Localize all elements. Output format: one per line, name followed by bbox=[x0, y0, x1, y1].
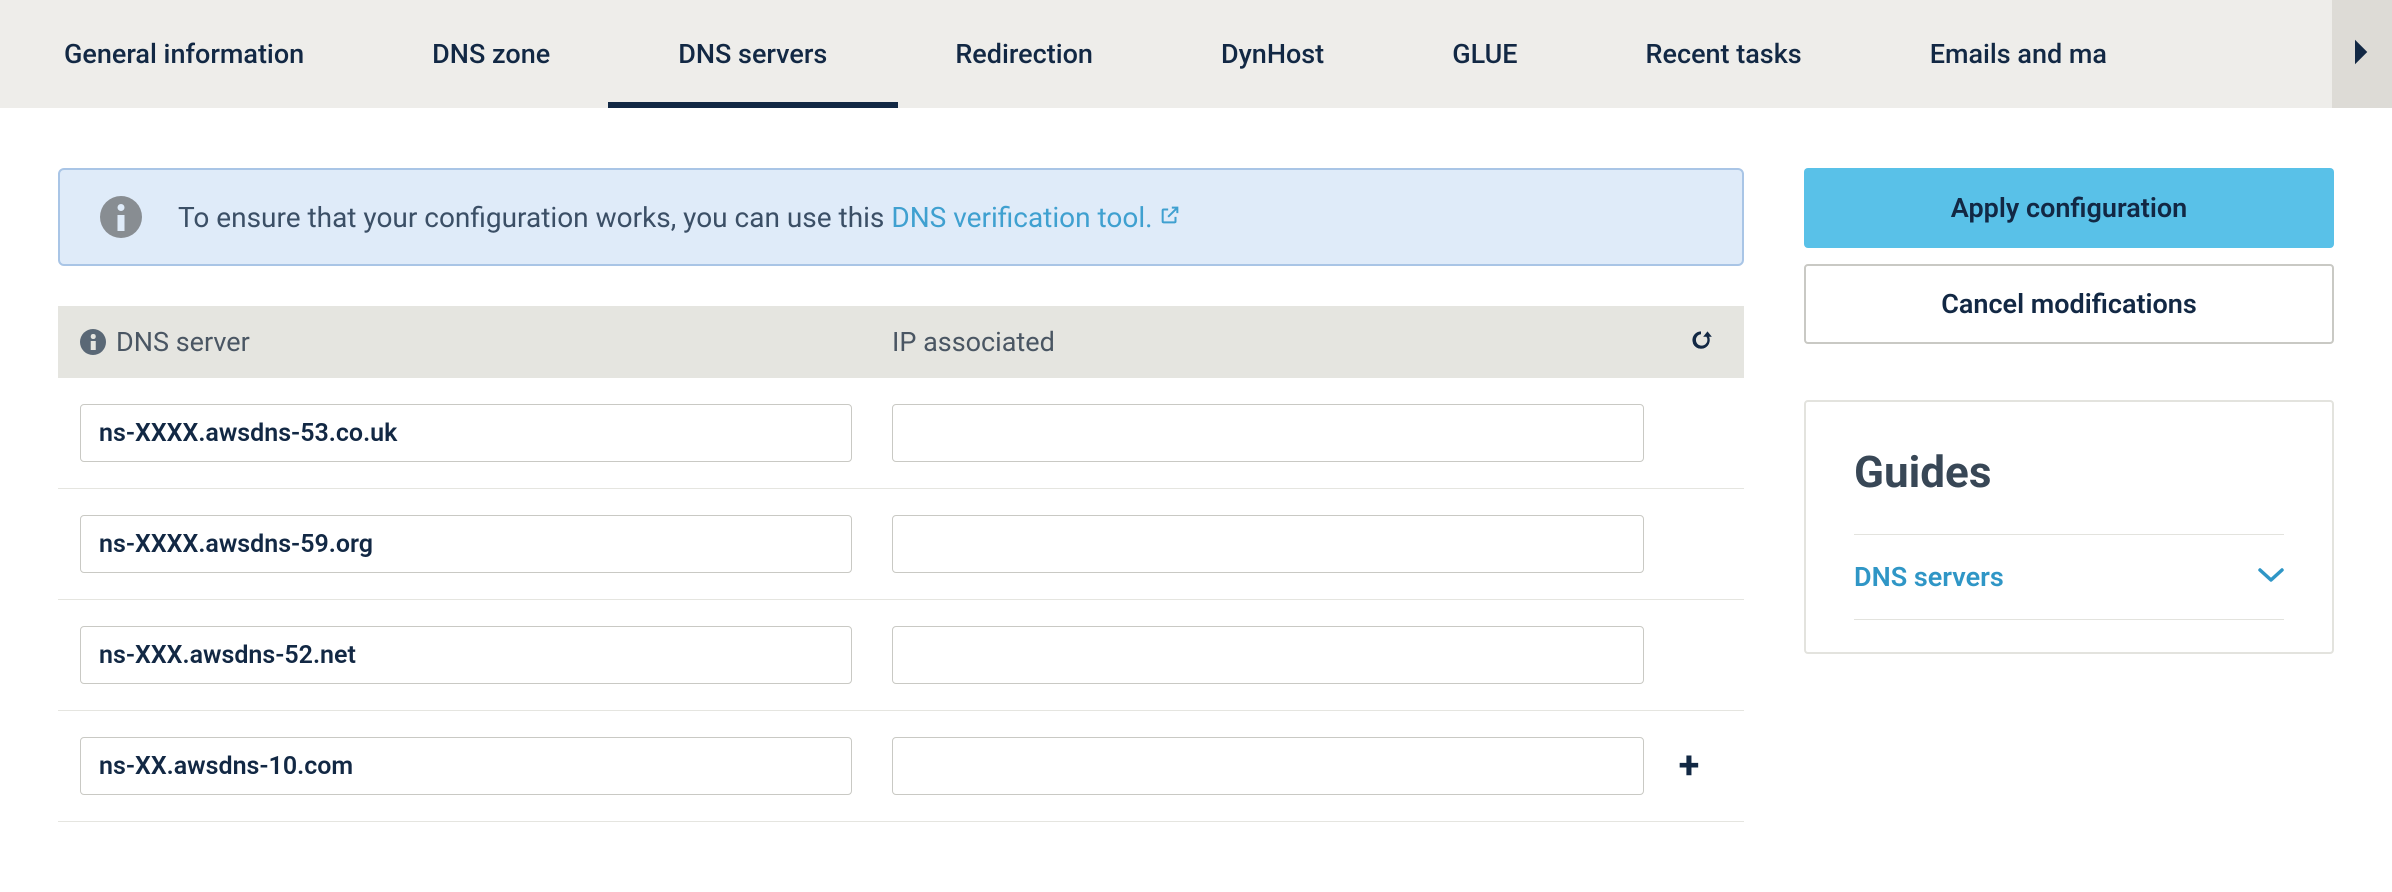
guides-dns-servers-toggle[interactable]: DNS servers bbox=[1854, 534, 2284, 620]
info-icon bbox=[80, 329, 106, 355]
tabs-inner: General information DNS zone DNS servers… bbox=[0, 0, 2332, 108]
tab-recent-tasks[interactable]: Recent tasks bbox=[1582, 0, 1866, 108]
dns-server-input[interactable] bbox=[80, 515, 852, 573]
external-link-icon bbox=[1159, 200, 1181, 233]
chevron-right-icon bbox=[2353, 38, 2371, 70]
tab-general-information[interactable]: General information bbox=[0, 0, 368, 108]
table-row bbox=[58, 600, 1744, 711]
chevron-down-icon bbox=[2258, 567, 2284, 587]
tab-redirection[interactable]: Redirection bbox=[891, 0, 1157, 108]
side-column: Apply configuration Cancel modifications… bbox=[1804, 168, 2334, 654]
dns-verification-link[interactable]: DNS verification tool. bbox=[891, 201, 1180, 234]
dns-server-input[interactable] bbox=[80, 737, 852, 795]
dns-servers-table: DNS server IP associated bbox=[58, 306, 1744, 822]
info-icon bbox=[100, 196, 142, 238]
dns-server-input[interactable] bbox=[80, 404, 852, 462]
table-header-server-label: DNS server bbox=[116, 326, 250, 358]
dns-server-input[interactable] bbox=[80, 626, 852, 684]
guides-item-label: DNS servers bbox=[1854, 561, 2004, 593]
ip-associated-input[interactable] bbox=[892, 737, 1644, 795]
table-header-ip-label: IP associated bbox=[892, 326, 1688, 358]
plus-icon: + bbox=[1679, 744, 1700, 788]
table-row bbox=[58, 489, 1744, 600]
tab-dns-zone[interactable]: DNS zone bbox=[368, 0, 614, 108]
info-banner-message: To ensure that your configuration works,… bbox=[178, 200, 1181, 234]
tab-emails-mailing[interactable]: Emails and ma bbox=[1866, 0, 2171, 108]
info-banner: To ensure that your configuration works,… bbox=[58, 168, 1744, 266]
apply-configuration-button[interactable]: Apply configuration bbox=[1804, 168, 2334, 248]
tabs-scroll-right-button[interactable] bbox=[2332, 0, 2392, 108]
refresh-button[interactable] bbox=[1688, 327, 1714, 357]
tab-dynhost[interactable]: DynHost bbox=[1157, 0, 1388, 108]
refresh-icon bbox=[1688, 338, 1714, 357]
tab-dns-servers[interactable]: DNS servers bbox=[614, 0, 891, 108]
info-banner-text: To ensure that your configuration works,… bbox=[178, 201, 891, 234]
table-row bbox=[58, 378, 1744, 489]
table-row: + bbox=[58, 711, 1744, 822]
table-header-col-server: DNS server bbox=[80, 326, 892, 358]
tab-glue[interactable]: GLUE bbox=[1388, 0, 1581, 108]
dns-verification-link-text: DNS verification tool. bbox=[891, 201, 1152, 234]
add-server-button[interactable]: + bbox=[1679, 747, 1700, 785]
cancel-modifications-button[interactable]: Cancel modifications bbox=[1804, 264, 2334, 344]
ip-associated-input[interactable] bbox=[892, 515, 1644, 573]
ip-associated-input[interactable] bbox=[892, 404, 1644, 462]
main-column: To ensure that your configuration works,… bbox=[58, 168, 1744, 822]
guides-title: Guides bbox=[1854, 446, 2284, 498]
content-wrap: To ensure that your configuration works,… bbox=[0, 108, 2392, 862]
guides-panel: Guides DNS servers bbox=[1804, 400, 2334, 654]
ip-associated-input[interactable] bbox=[892, 626, 1644, 684]
table-header: DNS server IP associated bbox=[58, 306, 1744, 378]
tabs-bar: General information DNS zone DNS servers… bbox=[0, 0, 2392, 108]
